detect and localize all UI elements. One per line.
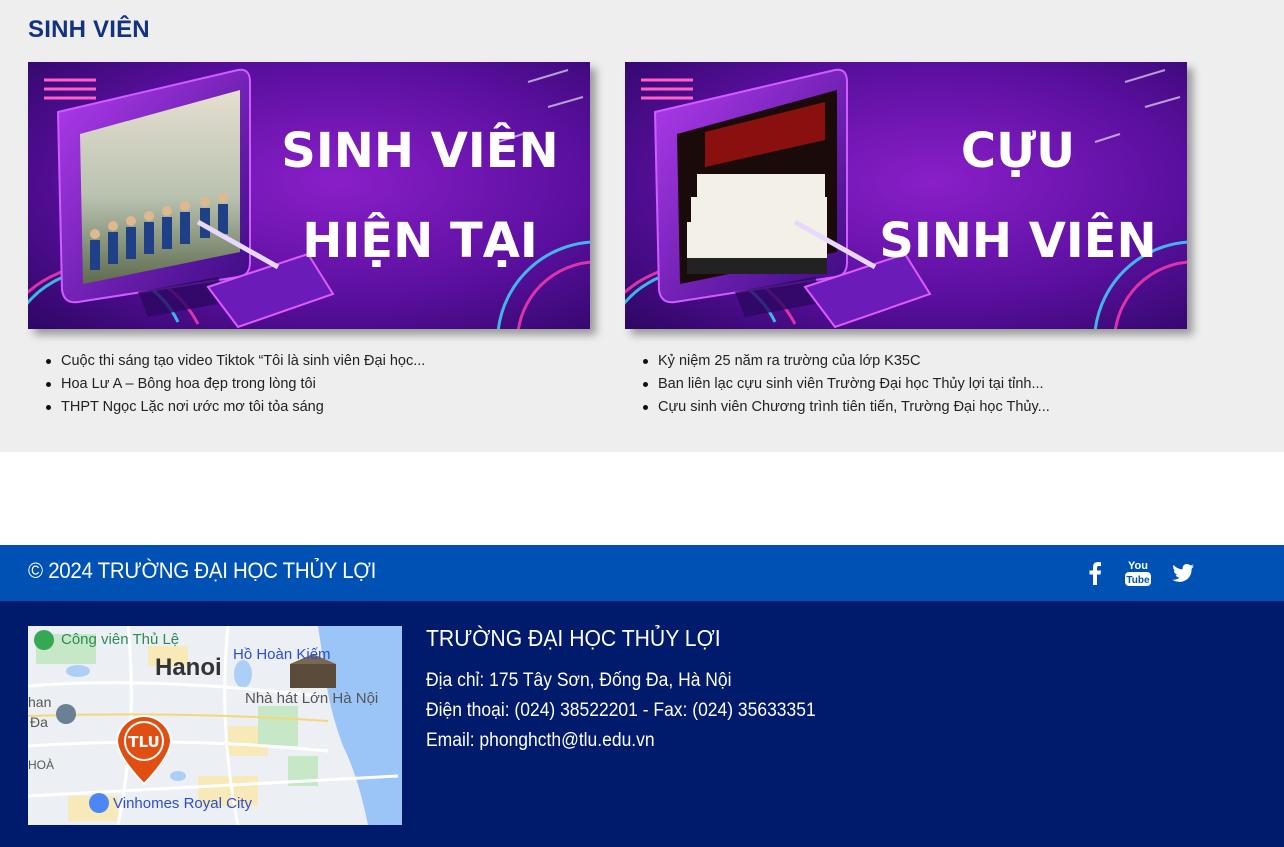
- map-label-fragment: Đa: [30, 714, 48, 730]
- map-label-fragment: HOÀ: [28, 758, 55, 772]
- banner-line1: SINH VIÊN: [281, 122, 558, 179]
- email-text[interactable]: Email: phonghcth@tlu.edu.vn: [426, 726, 816, 756]
- map-label-fragment: han: [28, 694, 52, 710]
- news-item[interactable]: Cựu sinh viên Chương trình tiên tiến, Tr…: [639, 396, 1050, 419]
- banner-line2: SINH VIÊN: [879, 212, 1156, 269]
- twitter-icon[interactable]: [1168, 559, 1198, 587]
- svg-text:You: You: [1128, 560, 1148, 572]
- footer-top-bar: © 2024 TRƯỜNG ĐẠI HỌC THỦY LỢI You Tube: [0, 545, 1284, 601]
- location-map[interactable]: TLU Công viên Thủ Lệ Hanoi Hồ Hoàn Kiếm …: [28, 626, 402, 825]
- svg-text:Tube: Tube: [1126, 575, 1150, 586]
- news-item[interactable]: Cuộc thi sáng tạo video Tiktok “Tôi là s…: [42, 350, 425, 373]
- map-label-opera: Nhà hát Lớn Hà Nội: [245, 690, 379, 707]
- news-item[interactable]: Kỷ niệm 25 năm ra trường của lớp K35C: [639, 350, 1050, 373]
- school-name: TRƯỜNG ĐẠI HỌC THỦY LỢI: [426, 625, 721, 651]
- news-item[interactable]: Ban liên lạc cựu sinh viên Trường Đại họ…: [639, 373, 1050, 396]
- banner-line1: CỰU: [961, 123, 1075, 179]
- map-label-park: Công viên Thủ Lệ: [61, 631, 180, 648]
- students-section: SINH VIÊN SINH VIÊN HIỆN TẠI Cuộc thi sá…: [0, 0, 1284, 452]
- alumni-banner[interactable]: CỰU SINH VIÊN: [625, 62, 1187, 329]
- current-students-banner[interactable]: SINH VIÊN HIỆN TẠI: [28, 62, 590, 329]
- current-students-news-list: Cuộc thi sáng tạo video Tiktok “Tôi là s…: [42, 350, 425, 419]
- contact-info: TRƯỜNG ĐẠI HỌC THỦY LỢI Địa chỉ: 175 Tây…: [426, 625, 850, 756]
- youtube-icon[interactable]: You Tube: [1123, 559, 1153, 587]
- map-label-lake: Hồ Hoàn Kiếm: [233, 646, 331, 663]
- alumni-card: CỰU SINH VIÊN Kỷ niệm 25 năm ra trường c…: [625, 62, 1197, 415]
- svg-text:TLU: TLU: [128, 733, 159, 751]
- section-title: SINH VIÊN: [28, 16, 150, 43]
- facebook-icon[interactable]: [1080, 559, 1110, 587]
- copyright-text: © 2024 TRƯỜNG ĐẠI HỌC THỦY LỢI: [28, 558, 377, 583]
- current-students-card: SINH VIÊN HIỆN TẠI Cuộc thi sáng tạo vid…: [28, 62, 600, 415]
- phone-text: Điện thoại: (024) 38522201 - Fax: (024) …: [426, 700, 816, 721]
- banner-line2: HIỆN TẠI: [302, 212, 537, 269]
- footer-main: TLU Công viên Thủ Lệ Hanoi Hồ Hoàn Kiếm …: [0, 601, 1284, 847]
- map-label-vinhomes: Vinhomes Royal City: [113, 795, 252, 812]
- map-label-city: Hanoi: [155, 654, 222, 681]
- address-text: Địa chỉ: 175 Tây Sơn, Đống Đa, Hà Nội: [426, 670, 732, 691]
- news-item[interactable]: Hoa Lư A – Bông hoa đẹp trong lòng tôi: [42, 373, 425, 396]
- alumni-news-list: Kỷ niệm 25 năm ra trường của lớp K35C Ba…: [639, 350, 1050, 419]
- news-item[interactable]: THPT Ngọc Lặc nơi ước mơ tôi tỏa sáng: [42, 396, 425, 419]
